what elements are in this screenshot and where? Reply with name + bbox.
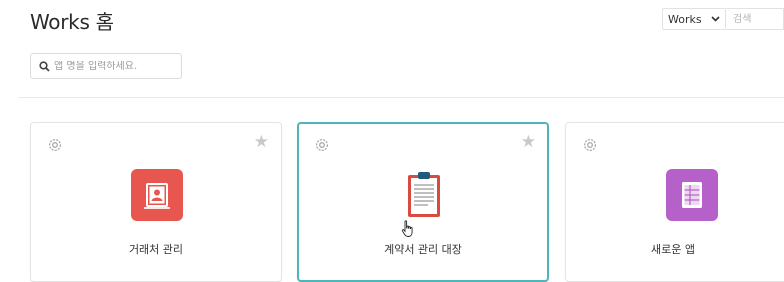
page-title: Works 홈	[30, 10, 114, 34]
contact-book-icon	[131, 169, 183, 221]
star-icon[interactable]: ★	[254, 134, 269, 151]
app-card-label: 새로운 앱	[651, 243, 695, 256]
app-search-box[interactable]	[30, 53, 182, 79]
hand-pointer-icon	[401, 220, 413, 237]
app-card-new-app[interactable]: 새로운 앱	[565, 122, 784, 282]
gear-icon[interactable]	[47, 137, 63, 153]
chevron-down-icon	[711, 12, 720, 29]
spreadsheet-doc-icon	[666, 169, 718, 221]
header: Works 홈 Works	[0, 0, 784, 40]
scope-select[interactable]: Works	[662, 8, 726, 30]
app-card-contacts[interactable]: ★ 거래처 관리	[30, 122, 282, 282]
clipboard-icon	[398, 169, 450, 221]
app-card-contracts[interactable]: ★ 계약서 관리 대장	[297, 122, 549, 282]
app-card-label: 거래처 관리	[128, 243, 184, 256]
gear-icon[interactable]	[314, 137, 330, 153]
star-icon[interactable]: ★	[521, 134, 536, 151]
header-search-input[interactable]	[726, 8, 784, 30]
search-icon	[39, 60, 50, 72]
app-search-input[interactable]	[54, 60, 174, 72]
scope-select-value: Works	[668, 12, 702, 26]
app-card-label: 계약서 관리 대장	[384, 243, 462, 256]
gear-icon[interactable]	[582, 137, 598, 153]
